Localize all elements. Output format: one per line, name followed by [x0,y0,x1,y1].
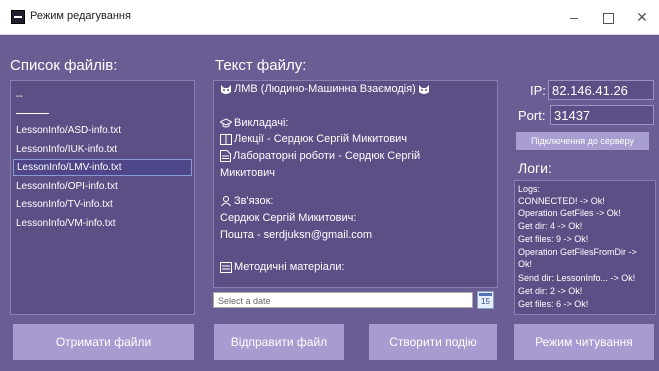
text-line: Лекції - Сердюк Сергій Микитович [220,133,407,145]
log-line: Operation GetFilesFromDir -> [518,247,637,257]
file-list-divider [16,113,49,114]
file-item[interactable]: LessonInfo/OPI-info.txt [16,181,118,192]
text-line: Методичні матеріали: [220,261,344,273]
maximize-button[interactable] [594,6,622,28]
send-file-button[interactable]: Відправити файл [214,324,344,360]
connect-button[interactable]: Підключення до серверу [516,132,649,150]
read-mode-button[interactable]: Режим читування [514,324,654,360]
file-item[interactable]: LessonInfo/VM-info.txt [16,218,116,229]
text-line: Сердюк Сергій Микитович: [220,212,357,224]
create-event-button[interactable]: Створити подію [369,324,497,360]
file-list[interactable]: -- LessonInfo/ASD-info.txt LessonInfo/IU… [10,80,195,315]
date-picker-input[interactable]: Select a date [213,292,473,308]
file-item[interactable]: LessonInfo/IUK-info.txt [16,144,117,155]
minimize-button[interactable]: – [560,6,588,28]
log-line: Operation GetFiles -> Ok! [518,208,621,218]
log-line: Ok! [518,259,533,269]
materials-icon [220,261,232,273]
text-line: Лабораторні роботи - Сердюк Сергій [220,150,420,163]
ip-label: IP: [530,83,546,98]
file-item-selected[interactable]: LessonInfo/LMV-info.txt [13,159,192,176]
close-button[interactable]: ✕ [628,6,656,28]
text-line: Зв'язок: [220,195,273,207]
cat-icon [418,84,429,94]
contact-icon [221,196,231,207]
text-line: ЛМВ (Людино-Машинна Взаємодія) [220,83,432,95]
window-title: Режим редагування [30,10,131,22]
calendar-icon: 15 [481,297,490,306]
graduation-cap-icon [220,118,232,128]
file-list-heading: Список файлів: [10,57,118,74]
cat-icon [221,84,231,94]
port-label: Port: [518,108,546,123]
log-line: Get dir: 4 -> Ok! [518,221,583,231]
port-input[interactable]: 31437 [550,105,654,125]
calendar-button[interactable]: 15 [477,291,494,309]
log-line: Logs: [518,184,541,194]
file-item[interactable]: LessonInfo/ASD-info.txt [16,125,121,136]
text-line: Пошта - serdjuksn@gmail.com [220,229,373,241]
logs-heading: Логи: [518,160,552,176]
file-text-heading: Текст файлу: [215,57,307,74]
file-item[interactable]: LessonInfo/TV-info.txt [16,199,113,210]
log-line: Send dir: LessonInfo... -> Ok! [518,273,636,283]
text-line: Викладачі: [220,117,288,129]
log-area[interactable]: Logs: CONNECTED! -> Ok! Operation GetFil… [514,180,656,315]
maximize-icon [602,12,614,24]
file-text-area[interactable]: ЛМВ (Людино-Машинна Взаємодія) Викладачі… [213,80,498,288]
get-files-button[interactable]: Отримати файли [13,324,194,360]
app-icon [11,10,25,24]
file-list-placeholder: -- [16,91,23,102]
book-icon [220,133,232,145]
log-line: Get files: 9 -> Ok! [518,234,589,244]
title-bar: Режим редагування – ✕ [0,0,659,35]
log-line: CONNECTED! -> Ok! [518,196,605,206]
log-line: Get files: 6 -> Ok! [518,299,589,309]
ip-input[interactable]: 82.146.41.26 [548,80,654,100]
document-icon [220,150,231,163]
text-line: Микитович [220,167,276,179]
log-line: Get dir: 2 -> Ok! [518,286,583,296]
